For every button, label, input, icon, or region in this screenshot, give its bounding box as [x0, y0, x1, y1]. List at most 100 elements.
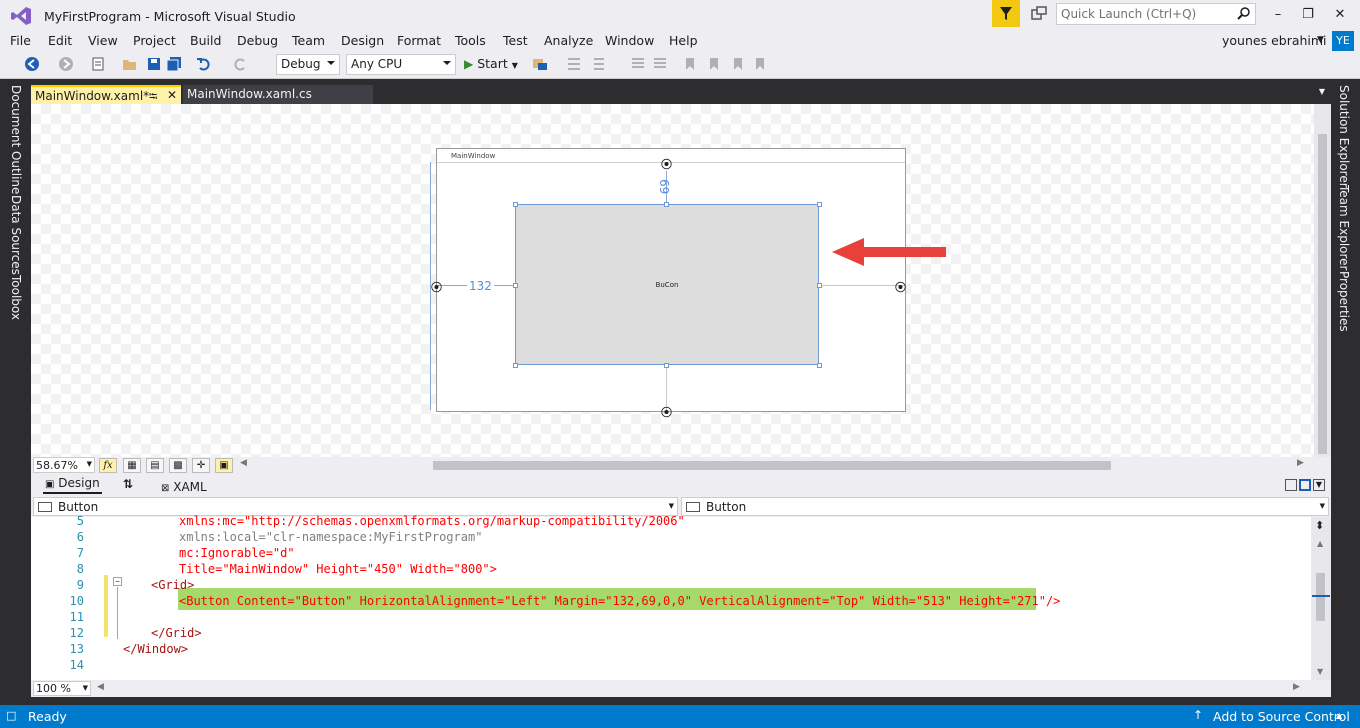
forward-icon[interactable] [58, 56, 74, 72]
collapse-pane-icon[interactable]: ▼ [1313, 479, 1325, 491]
resize-handle[interactable] [513, 202, 518, 207]
configuration-value: Debug [281, 57, 321, 71]
scroll-up-icon[interactable]: ▲ [1317, 539, 1323, 548]
resize-handle[interactable] [664, 363, 669, 368]
document-outline-tab[interactable]: Document Outline [9, 85, 23, 194]
quick-launch-input[interactable]: Quick Launch (Ctrl+Q) [1056, 3, 1256, 25]
designer-zoom-select[interactable]: 58.67% ▼ [33, 457, 95, 473]
tab-mainwindow-xaml[interactable]: MainWindow.xaml* ⭾ ✕ [31, 85, 181, 104]
anchor-top-icon[interactable]: ⦿ [661, 156, 672, 172]
step-icon[interactable] [566, 56, 582, 72]
user-name[interactable]: younes ebrahimi [1222, 33, 1327, 48]
resize-handle[interactable] [817, 363, 822, 368]
menu-test[interactable]: Test [503, 33, 528, 48]
indent-icon[interactable] [590, 56, 606, 72]
split-editor-icon[interactable]: ⬍ [1315, 519, 1324, 532]
anchor-left-icon[interactable]: ⦿ [431, 279, 442, 295]
solution-explorer-tab[interactable]: Solution Explorer [1337, 85, 1351, 188]
scroll-right-icon[interactable]: ▶ [1297, 458, 1304, 468]
maximize-icon[interactable]: ❐ [1298, 6, 1318, 24]
resize-handle[interactable] [817, 283, 822, 288]
resize-handle[interactable] [664, 202, 669, 207]
horizontal-split-icon[interactable] [1299, 479, 1311, 491]
design-view-tab[interactable]: ▣ Design [43, 476, 102, 494]
menu-project[interactable]: Project [133, 33, 176, 48]
prev-bookmark-icon[interactable] [706, 56, 722, 72]
menu-view[interactable]: View [88, 33, 118, 48]
platform-select[interactable]: Any CPU [346, 54, 456, 75]
grid-icon[interactable]: ▦ [123, 458, 141, 473]
configuration-select[interactable]: Debug [276, 54, 340, 75]
vertical-split-icon[interactable] [1285, 479, 1297, 491]
scroll-left-icon[interactable]: ◀ [97, 682, 104, 692]
scroll-down-icon[interactable]: ▼ [1317, 667, 1323, 676]
anchor-bottom-icon[interactable]: ⦿ [661, 404, 672, 420]
menu-design[interactable]: Design [341, 33, 384, 48]
notifications-icon[interactable] [1030, 6, 1048, 22]
undo-icon[interactable] [196, 56, 212, 72]
editor-vertical-scrollbar[interactable]: ⬍ ▲ ▼ [1311, 517, 1331, 680]
clear-bookmarks-icon[interactable] [752, 56, 768, 72]
back-icon[interactable] [24, 56, 40, 72]
collapse-region-icon[interactable]: − [113, 577, 122, 586]
snap-lines-icon[interactable]: ✛ [192, 458, 210, 473]
new-project-icon[interactable] [90, 56, 106, 72]
scroll-thumb[interactable] [1318, 134, 1327, 454]
properties-tab[interactable]: Properties [1337, 271, 1351, 332]
tab-mainwindow-xaml-cs[interactable]: MainWindow.xaml.cs [183, 85, 373, 104]
project-code-icon[interactable]: ▣ [215, 458, 233, 473]
snap-gridlines-icon[interactable]: ▤ [146, 458, 164, 473]
wpf-button-preview[interactable]: BuCon [515, 204, 819, 365]
menu-edit[interactable]: Edit [48, 33, 72, 48]
menu-debug[interactable]: Debug [237, 33, 278, 48]
data-sources-tab[interactable]: Data Sources [9, 195, 23, 275]
chevron-up-icon[interactable]: ▲ [1336, 711, 1342, 720]
xaml-code-editor[interactable]: − 5 6 7 8 9 10 11 12 13 14 xmlns:mc="htt… [31, 514, 1311, 680]
menu-analyze[interactable]: Analyze [544, 33, 593, 48]
feedback-filter-icon[interactable] [992, 0, 1020, 27]
user-dropdown-icon[interactable]: ▼ [1317, 35, 1324, 45]
minimize-icon[interactable]: – [1268, 6, 1288, 24]
save-icon[interactable] [146, 56, 162, 72]
scroll-left-icon[interactable]: ◀ [240, 458, 247, 468]
uncomment-icon[interactable] [652, 56, 668, 72]
resize-handle[interactable] [513, 283, 518, 288]
designer-vertical-scrollbar[interactable] [1314, 104, 1331, 457]
line-number: 12 [69, 626, 84, 640]
menu-file[interactable]: File [10, 33, 31, 48]
save-all-icon[interactable] [166, 56, 182, 72]
editor-zoom-select[interactable]: 100 % ▼ [33, 681, 91, 696]
open-file-icon[interactable] [122, 56, 138, 72]
scroll-right-icon[interactable]: ▶ [1293, 682, 1300, 692]
browser-link-icon[interactable] [532, 56, 548, 72]
anchor-right-icon[interactable]: ⦿ [895, 279, 906, 295]
next-bookmark-icon[interactable] [730, 56, 746, 72]
menu-window[interactable]: Window [605, 33, 654, 48]
menu-help[interactable]: Help [669, 33, 698, 48]
resize-handle[interactable] [513, 363, 518, 368]
team-explorer-tab[interactable]: Team Explorer [1337, 185, 1351, 271]
designer-horizontal-scroll-thumb[interactable] [433, 461, 1111, 470]
element-select-right-value: Button [706, 500, 747, 514]
toolbox-tab[interactable]: Toolbox [9, 275, 23, 320]
element-select-right[interactable]: Button ▼ [681, 497, 1329, 516]
resize-handle[interactable] [817, 202, 822, 207]
tab-overflow-icon[interactable]: ▼ [1319, 87, 1325, 96]
comment-icon[interactable] [630, 56, 646, 72]
scroll-thumb[interactable] [1316, 573, 1325, 621]
menu-team[interactable]: Team [292, 33, 325, 48]
add-to-source-control-button[interactable]: Add to Source Control [1213, 709, 1350, 724]
close-icon[interactable]: ✕ [1330, 6, 1350, 24]
redo-icon[interactable] [232, 56, 248, 72]
swap-panes-icon[interactable]: ⇅ [123, 477, 133, 491]
close-tab-icon[interactable]: ✕ [167, 88, 177, 102]
bookmark-icon[interactable] [682, 56, 698, 72]
effects-icon[interactable]: fx [99, 458, 117, 473]
menu-format[interactable]: Format [397, 33, 441, 48]
menu-tools[interactable]: Tools [455, 33, 486, 48]
start-button[interactable]: ▶ Start ▼ [464, 56, 518, 74]
menu-build[interactable]: Build [190, 33, 221, 48]
xaml-view-tab[interactable]: ⊠ XAML [161, 480, 207, 496]
artboard-icon[interactable]: ▩ [169, 458, 187, 473]
avatar[interactable]: YE [1332, 31, 1354, 51]
